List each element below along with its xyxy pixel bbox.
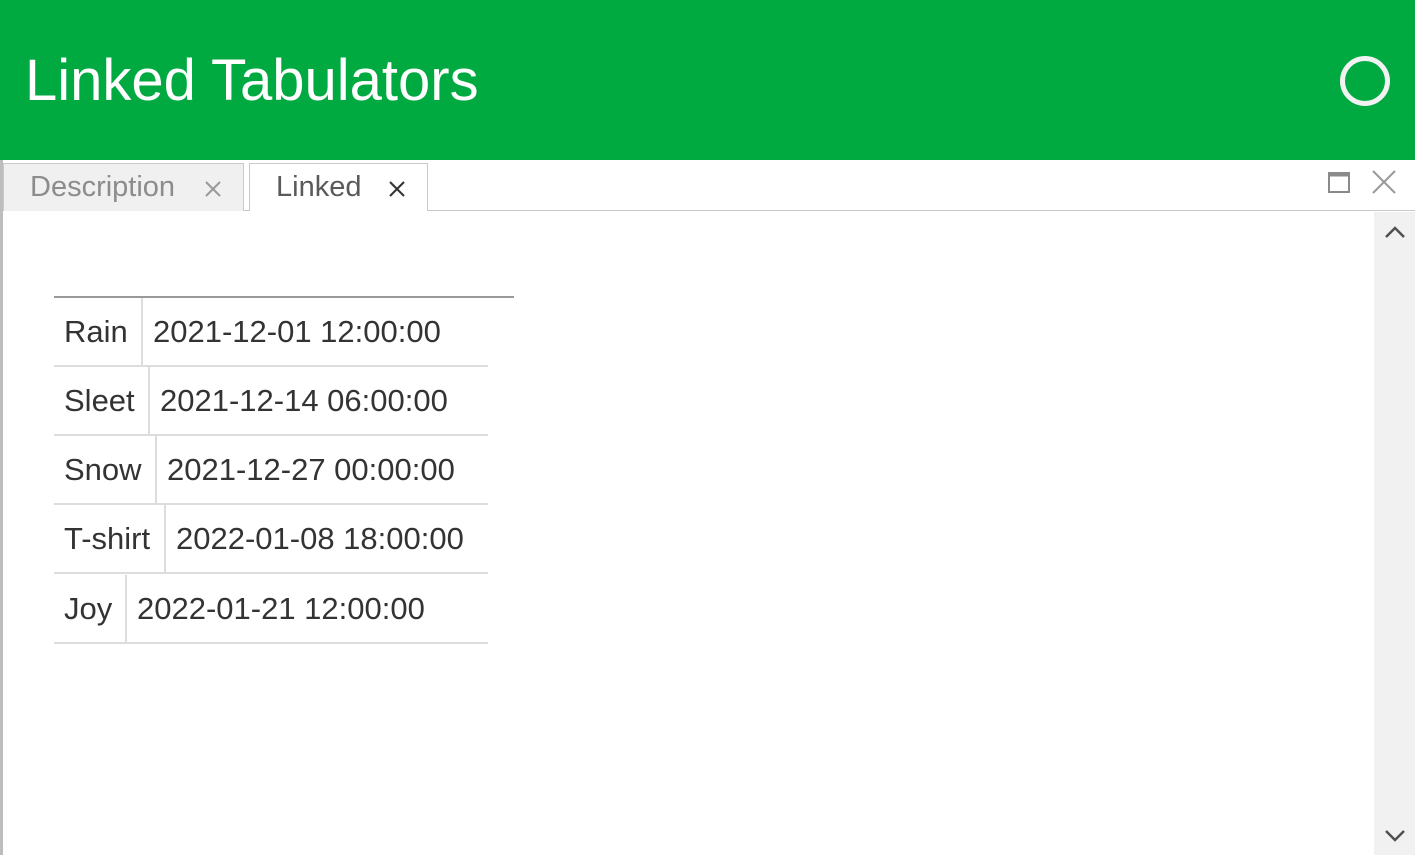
- maximize-icon[interactable]: [1325, 168, 1353, 196]
- cell-date[interactable]: 2021-12-01 12:00:00: [143, 298, 441, 365]
- table-row[interactable]: Sleet 2021-12-14 06:00:00: [54, 367, 488, 436]
- cell-name[interactable]: Joy: [54, 575, 112, 642]
- cell-name[interactable]: T-shirt: [54, 505, 150, 572]
- close-icon[interactable]: [1370, 168, 1398, 196]
- busy-indicator-icon: [1340, 56, 1390, 106]
- tab-description[interactable]: Description: [3, 163, 244, 211]
- cell-date[interactable]: 2021-12-14 06:00:00: [150, 367, 448, 434]
- cell-date[interactable]: 2022-01-08 18:00:00: [166, 505, 464, 572]
- app-title: Linked Tabulators: [25, 48, 479, 113]
- chevron-up-icon[interactable]: [1384, 224, 1406, 240]
- vertical-scrollbar[interactable]: [1374, 212, 1415, 855]
- table-row[interactable]: Rain 2021-12-01 12:00:00: [54, 298, 488, 367]
- close-icon[interactable]: [386, 178, 408, 200]
- cell-name[interactable]: Rain: [54, 298, 128, 365]
- table-row[interactable]: Joy 2022-01-21 12:00:00: [54, 575, 488, 644]
- cell-date[interactable]: 2021-12-27 00:00:00: [157, 436, 455, 503]
- table-row[interactable]: T-shirt 2022-01-08 18:00:00: [54, 505, 488, 574]
- tab-linked[interactable]: Linked: [249, 163, 428, 211]
- tab-description-label: Description: [30, 171, 176, 203]
- cell-date[interactable]: 2022-01-21 12:00:00: [127, 575, 425, 642]
- panel-left-border: [0, 160, 3, 855]
- app-header: Linked Tabulators: [0, 0, 1415, 160]
- tab-linked-label: Linked: [276, 171, 362, 203]
- chevron-down-icon[interactable]: [1384, 828, 1406, 844]
- close-icon[interactable]: [202, 178, 224, 200]
- cell-name[interactable]: Snow: [54, 436, 142, 503]
- table-row[interactable]: Snow 2021-12-27 00:00:00: [54, 436, 488, 505]
- cell-name[interactable]: Sleet: [54, 367, 135, 434]
